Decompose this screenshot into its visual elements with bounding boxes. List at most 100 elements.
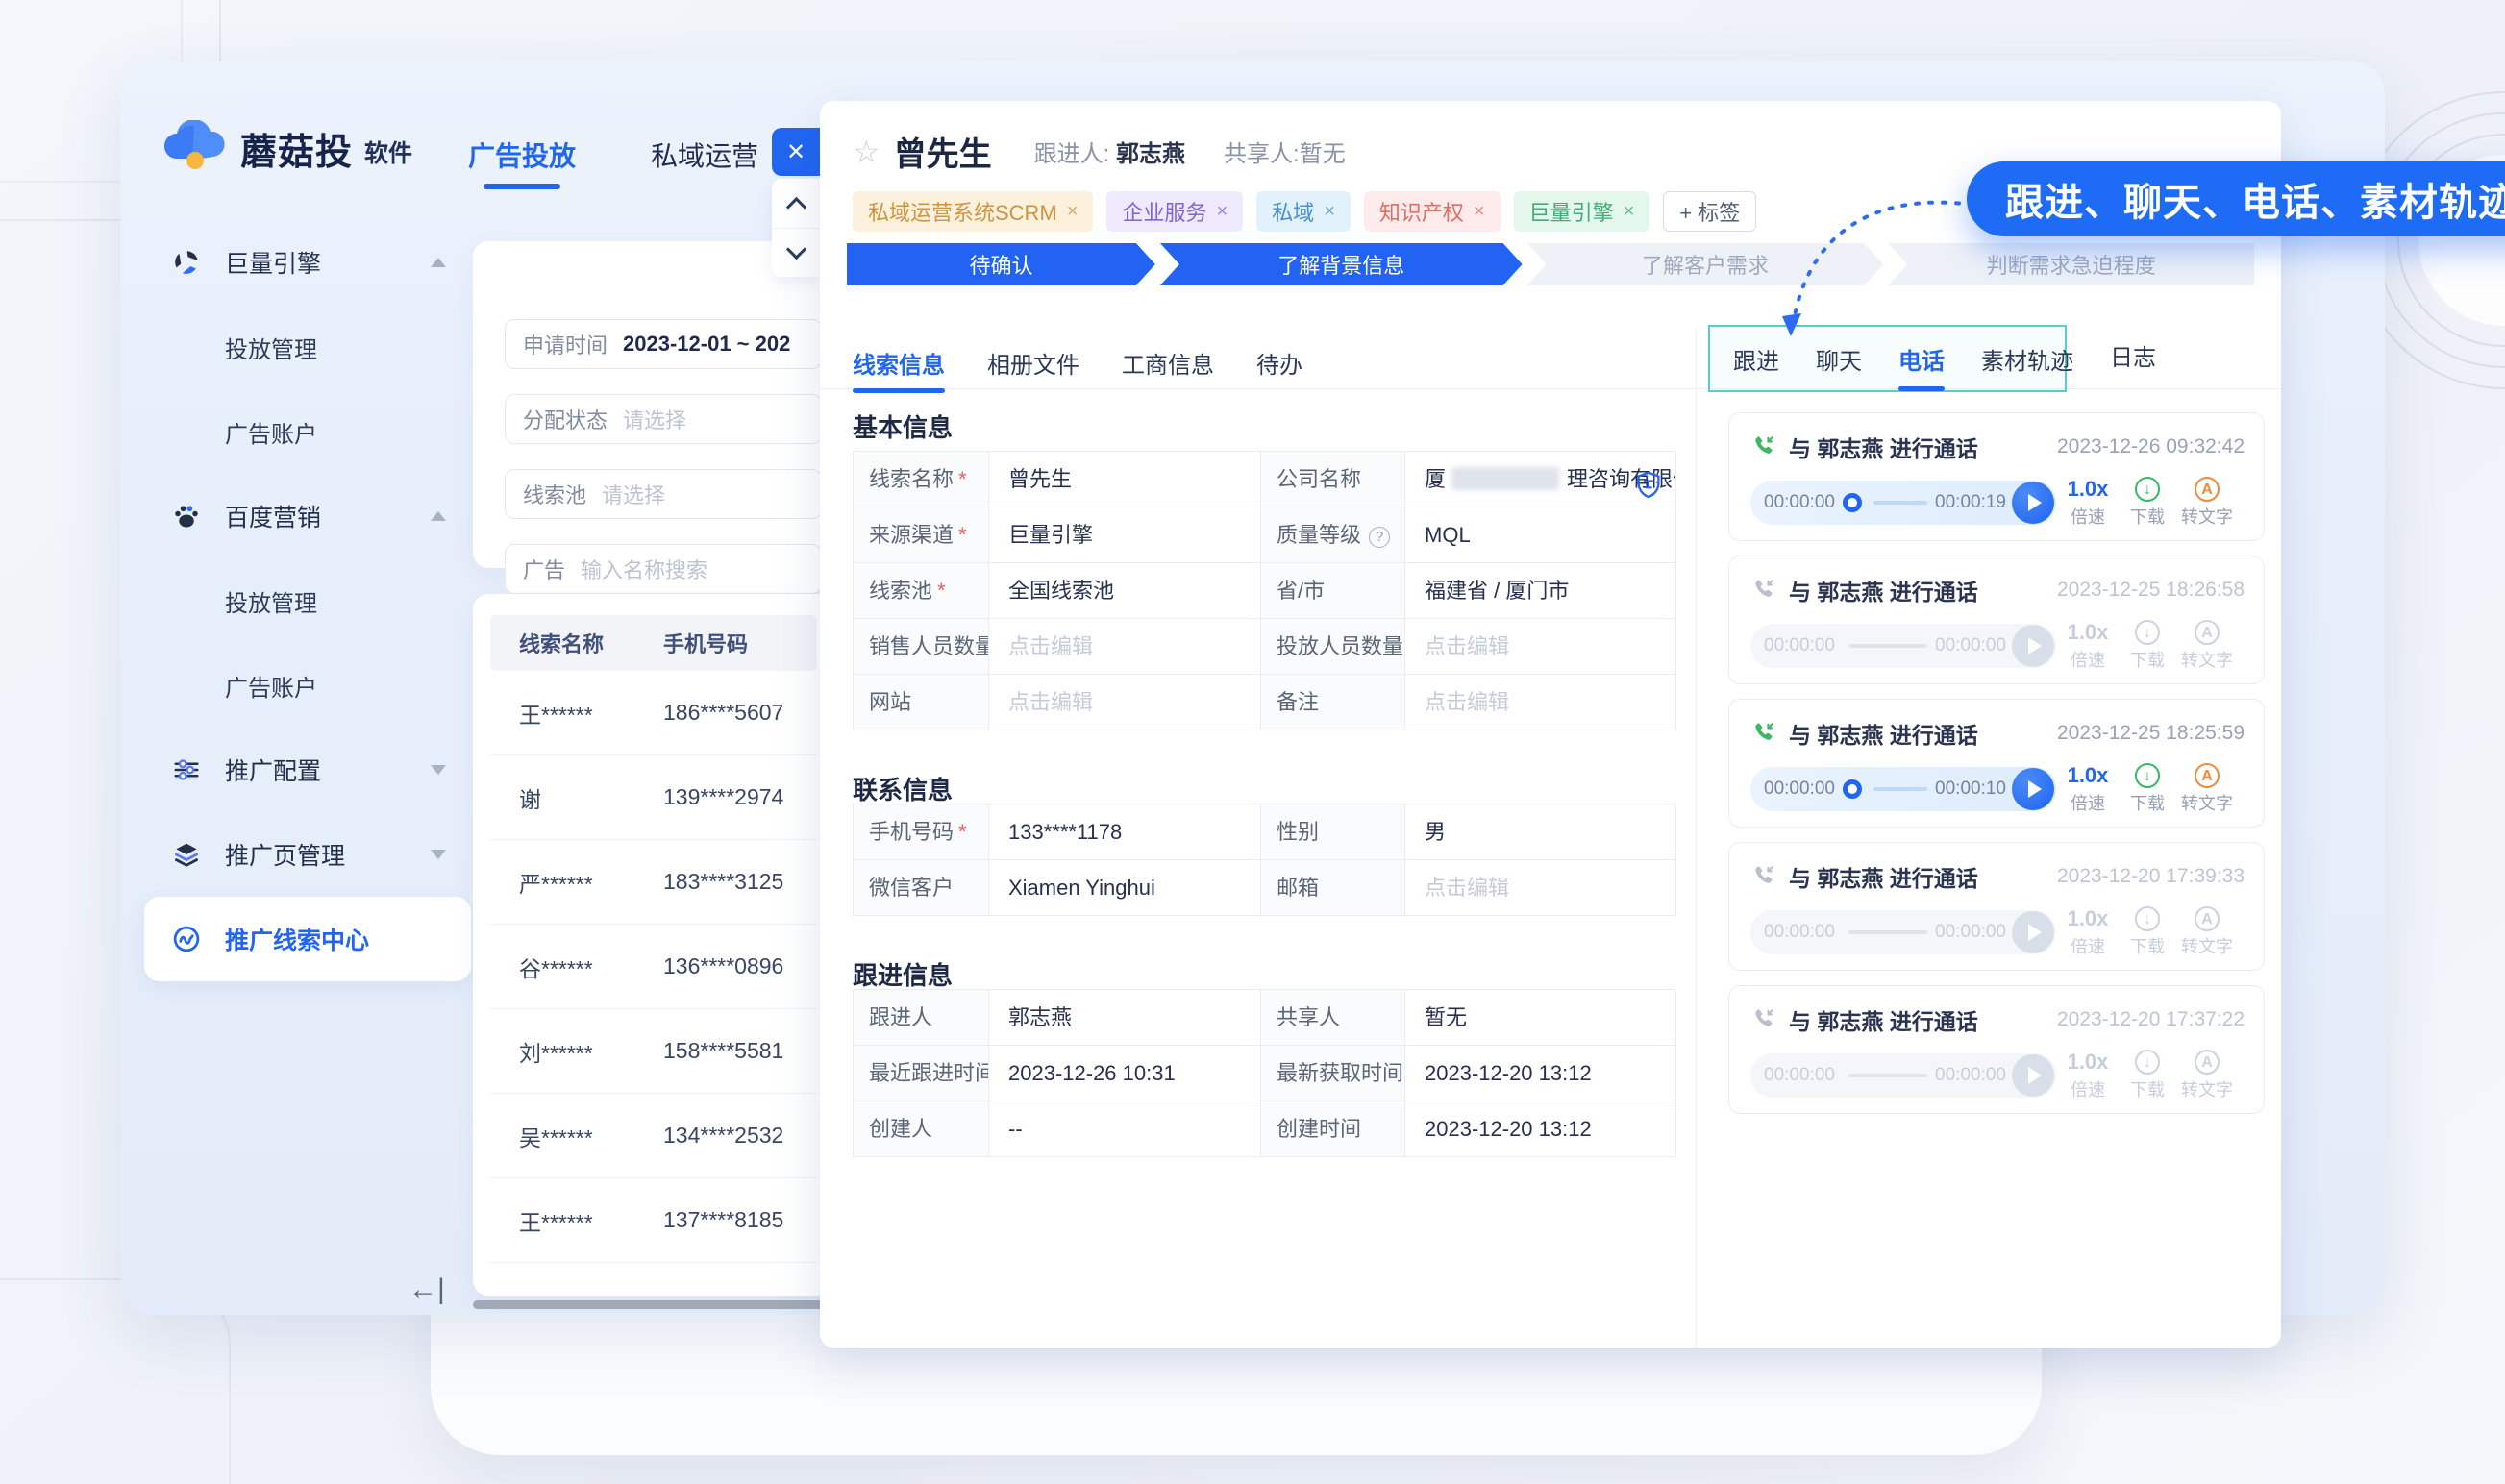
table-row[interactable]: 谷****** 136****0896 <box>490 925 817 1009</box>
slider-track[interactable] <box>1848 1074 1927 1077</box>
field-value-editable[interactable]: 点击编辑 <box>1405 860 1676 916</box>
table-row[interactable]: 谢 139****2974 <box>490 755 817 840</box>
sidebar-item-delivery-management-2[interactable]: 投放管理 <box>144 558 471 643</box>
sidebar-item-ad-account-2[interactable]: 广告账户 <box>144 643 471 728</box>
verify-shield-icon[interactable] <box>1635 465 1662 507</box>
play-button[interactable] <box>2012 625 2054 667</box>
tab-lead-info[interactable]: 线索信息 <box>853 346 945 380</box>
tag-chip[interactable]: 私域运营系统SCRM× <box>853 191 1093 232</box>
field-value[interactable]: Xiamen Yinghui <box>989 860 1261 916</box>
field-value-editable[interactable]: 点击编辑 <box>1405 675 1676 730</box>
sidebar-item-ad-account[interactable]: 广告账户 <box>144 389 471 474</box>
filter-apply-time[interactable]: 申请时间 2023-12-01 ~ 202 <box>505 319 822 369</box>
tab-log[interactable]: 日志 <box>2110 325 2156 392</box>
sidebar-item-promotion-config[interactable]: 推广配置 <box>144 728 471 812</box>
table-row[interactable]: 吴****** 134****2532 <box>490 1094 817 1178</box>
speed-control[interactable]: 1.0x倍速 <box>2060 1050 2116 1101</box>
tab-ad-delivery[interactable]: 广告投放 <box>468 136 576 174</box>
follow-info-table: 跟进人 郭志燕 共享人 暂无 最近跟进时间 2023-12-26 10:31 最… <box>853 989 1675 1157</box>
tab-album-files[interactable]: 相册文件 <box>987 346 1079 380</box>
tag-chip[interactable]: 企业服务× <box>1106 191 1243 232</box>
field-label: 微信客户 <box>854 860 989 916</box>
play-button[interactable] <box>2012 482 2054 524</box>
sidebar-collapse-button[interactable]: ←| <box>409 1274 445 1306</box>
play-button[interactable] <box>2012 911 2054 953</box>
close-panel-button[interactable]: ✕ <box>772 128 820 176</box>
download-button[interactable]: ↓下载 <box>2120 620 2175 672</box>
field-value[interactable]: 福建省 / 厦门市 <box>1405 563 1676 619</box>
transcribe-button[interactable]: A转文字 <box>2179 620 2235 672</box>
filter-ad-search[interactable]: 广告 输入名称搜索 <box>505 544 822 594</box>
star-icon[interactable]: ☆ <box>853 134 880 170</box>
slider-track[interactable] <box>1873 501 1927 505</box>
field-value[interactable]: -- <box>989 1101 1261 1157</box>
app-logo: 蘑菇投 软件 <box>163 120 412 177</box>
speed-control[interactable]: 1.0x倍速 <box>2060 763 2116 815</box>
prev-record-button[interactable] <box>772 179 820 228</box>
field-value-company[interactable]: 厦理咨询有限公司 <box>1405 452 1676 507</box>
table-row[interactable]: 王****** 137****8185 <box>490 1178 817 1263</box>
remove-tag-icon[interactable]: × <box>1216 201 1228 223</box>
play-button[interactable] <box>2012 768 2054 810</box>
slider-track[interactable] <box>1848 644 1927 648</box>
sidebar-item-delivery-management[interactable]: 投放管理 <box>144 305 471 389</box>
blurred-text <box>1451 467 1559 490</box>
play-button[interactable] <box>2012 1054 2054 1097</box>
field-value[interactable]: 暂无 <box>1405 990 1676 1046</box>
tag-chip[interactable]: 知识产权× <box>1364 191 1501 232</box>
sidebar-item-lead-center[interactable]: 推广线索中心 <box>144 897 471 981</box>
remove-tag-icon[interactable]: × <box>1324 201 1335 223</box>
sidebar-item-landing-page-management[interactable]: 推广页管理 <box>144 812 471 897</box>
transcribe-button[interactable]: A转文字 <box>2179 1050 2235 1101</box>
slider-track[interactable] <box>1873 787 1927 791</box>
field-value[interactable]: 全国线索池 <box>989 563 1261 619</box>
table-row[interactable]: 刘****** 158****5581 <box>490 1009 817 1094</box>
download-button[interactable]: ↓下载 <box>2120 763 2175 815</box>
table-row[interactable]: 严****** 183****3125 <box>490 840 817 925</box>
field-value[interactable]: 133****1178 <box>989 804 1261 860</box>
field-value[interactable]: 2023-12-20 13:12 <box>1405 1046 1676 1101</box>
field-value[interactable]: 巨量引擎 <box>989 507 1261 563</box>
speed-control[interactable]: 1.0x倍速 <box>2060 620 2116 672</box>
remove-tag-icon[interactable]: × <box>1067 201 1079 223</box>
download-button[interactable]: ↓下载 <box>2120 906 2175 958</box>
download-button[interactable]: ↓下载 <box>2120 1050 2175 1101</box>
speed-control[interactable]: 1.0x倍速 <box>2060 906 2116 958</box>
tag-chip[interactable]: 巨量引擎× <box>1514 191 1650 232</box>
step-background-info[interactable]: 了解背景信息 <box>1160 243 1523 285</box>
tab-private-domain[interactable]: 私域运营 <box>651 136 758 174</box>
next-record-button[interactable] <box>772 228 820 277</box>
remove-tag-icon[interactable]: × <box>1624 201 1635 223</box>
filter-assign-status[interactable]: 分配状态 请选择 <box>505 394 822 444</box>
tab-business-info[interactable]: 工商信息 <box>1122 346 1214 380</box>
slider-track[interactable] <box>1848 930 1927 934</box>
sidebar-item-baidu-marketing[interactable]: 百度营销 <box>144 474 471 558</box>
field-value-editable[interactable]: 点击编辑 <box>1405 619 1676 675</box>
field-value[interactable]: 2023-12-20 13:12 <box>1405 1101 1676 1157</box>
field-value-editable[interactable]: 点击编辑 <box>989 619 1261 675</box>
slider-knob[interactable] <box>1843 779 1862 799</box>
filter-lead-pool[interactable]: 线索池 请选择 <box>505 469 822 519</box>
sidebar-item-ocean-engine[interactable]: 巨量引擎 <box>144 220 471 305</box>
download-button[interactable]: ↓下载 <box>2120 477 2175 529</box>
transcribe-button[interactable]: A转文字 <box>2179 477 2235 529</box>
step-pending-confirm[interactable]: 待确认 <box>847 243 1155 285</box>
field-value[interactable]: MQL <box>1405 507 1676 563</box>
help-icon[interactable]: ? <box>1369 527 1390 548</box>
tag-chip[interactable]: 私域× <box>1256 191 1351 232</box>
field-value[interactable]: 2023-12-26 10:31 <box>989 1046 1261 1101</box>
field-value[interactable]: 曾先生 <box>989 452 1261 507</box>
transcribe-button[interactable]: A转文字 <box>2179 906 2235 958</box>
tab-material-track[interactable]: 素材轨迹 <box>1981 342 2073 376</box>
transcribe-button[interactable]: A转文字 <box>2179 763 2235 815</box>
table-row[interactable]: 王****** 186****5607 <box>490 671 817 755</box>
field-value[interactable]: 郭志燕 <box>989 990 1261 1046</box>
field-value-editable[interactable]: 点击编辑 <box>989 675 1261 730</box>
tab-todo[interactable]: 待办 <box>1256 346 1302 380</box>
speed-control[interactable]: 1.0x倍速 <box>2060 477 2116 529</box>
remove-tag-icon[interactable]: × <box>1474 201 1485 223</box>
horizontal-scrollbar[interactable] <box>473 1300 832 1309</box>
slider-knob[interactable] <box>1843 493 1862 512</box>
field-value[interactable]: 男 <box>1405 804 1676 860</box>
add-tag-button[interactable]: + 标签 <box>1663 191 1756 232</box>
